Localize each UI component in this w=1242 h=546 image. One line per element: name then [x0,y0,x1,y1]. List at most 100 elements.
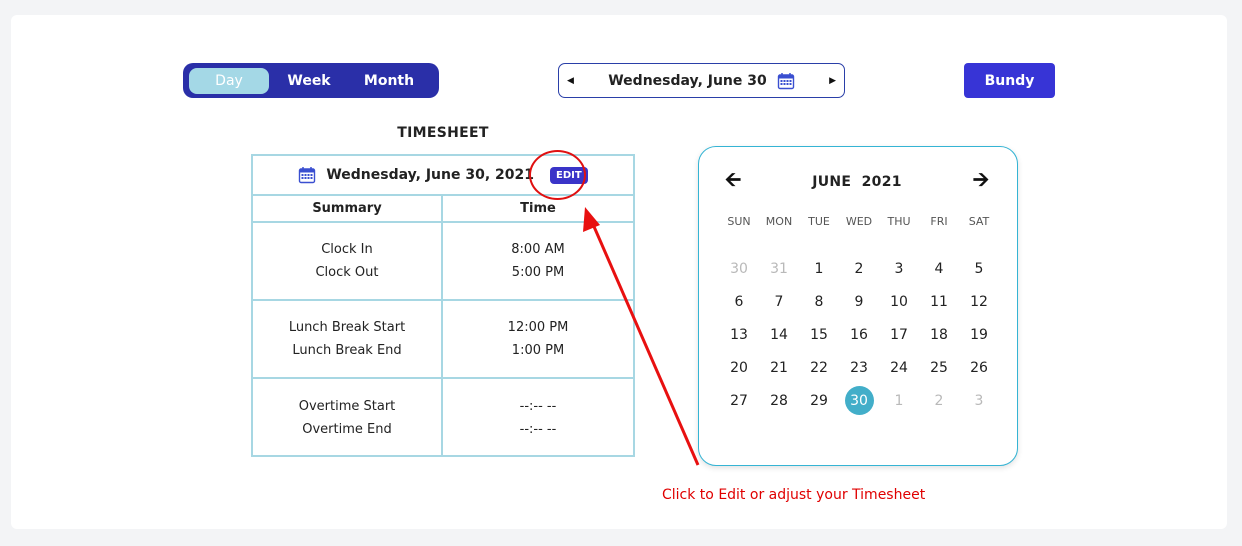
calendar-day[interactable]: 4 [919,252,959,285]
view-day-button[interactable]: Day [189,67,269,94]
calendar-day[interactable]: 2 [919,384,959,417]
summary-cell: Lunch Break Start Lunch Break End [253,301,443,377]
calendar-day-number: 27 [730,392,748,409]
calendar-icon[interactable] [777,72,795,90]
row-label: Clock Out [315,265,379,280]
calendar-day[interactable]: 12 [959,285,999,318]
calendar-day[interactable]: 5 [959,252,999,285]
calendar-day-number: 31 [770,260,788,277]
timesheet-table: Wednesday, June 30, 2021 EDIT Summary Ti… [251,154,635,457]
calendar-day[interactable]: 23 [839,351,879,384]
time-value: 1:00 PM [511,343,565,358]
calendar-day[interactable]: 18 [919,318,959,351]
timesheet-date: Wednesday, June 30, 2021 [326,167,534,183]
calendar-day[interactable]: 6 [719,285,759,318]
row-label: Overtime End [302,422,392,437]
calendar-day[interactable]: 7 [759,285,799,318]
calendar-day[interactable]: 3 [959,384,999,417]
calendar-day[interactable]: 2 [839,252,879,285]
calendar-day[interactable]: 29 [799,384,839,417]
time-value: 5:00 PM [511,265,565,280]
calendar-day-number: 14 [770,326,788,343]
calendar-day[interactable]: 22 [799,351,839,384]
calendar-day[interactable]: 26 [959,351,999,384]
calendar-day[interactable]: 11 [919,285,959,318]
calendar-day-number: 2 [854,260,864,277]
calendar-day-number: 24 [890,359,908,376]
view-month-button[interactable]: Month [349,68,429,94]
calendar-day-number: 15 [810,326,828,343]
table-row: Overtime Start Overtime End --:-- -- --:… [253,379,633,457]
calendar-day-number: 11 [930,293,948,310]
calendar-day-number: 23 [850,359,868,376]
calendar-day[interactable]: 20 [719,351,759,384]
calendar-day[interactable]: 19 [959,318,999,351]
row-label: Clock In [321,242,373,257]
calendar-widget: 🡨 JUNE 2021 🡪 SUN MON TUE WED THU FRI SAT 30 31 1… [698,146,1018,466]
row-label: Overtime Start [298,399,396,414]
column-time: Time [520,201,556,216]
arrow-left-icon[interactable]: 🡨 [725,165,741,199]
weekday-label: TUE [808,215,830,228]
calendar-day-number: 22 [810,359,828,376]
weekday-label: SUN [727,215,751,228]
time-cell: 12:00 PM 1:00 PM [443,301,633,377]
calendar-grid: SUN MON TUE WED THU FRI SAT 30 31 1 2 3 4 5 6 7 8 9 10 11 12… [719,215,999,417]
view-week-button[interactable]: Week [269,68,349,94]
date-navigator: ◀ Wednesday, June 30 ▶ [558,63,845,98]
calendar-day-number: 10 [890,293,908,310]
summary-cell: Overtime Start Overtime End [253,379,443,457]
calendar-day[interactable]: 16 [839,318,879,351]
calendar-day-number: 13 [730,326,748,343]
calendar-icon [299,167,316,184]
calendar-day[interactable]: 30 [719,252,759,285]
calendar-day[interactable]: 1 [879,384,919,417]
arrow-right-icon[interactable]: 🡪 [973,165,989,199]
edit-button[interactable]: EDIT [550,166,588,184]
calendar-day[interactable]: 10 [879,285,919,318]
calendar-day[interactable]: 9 [839,285,879,318]
calendar-day[interactable]: 21 [759,351,799,384]
calendar-day-number: 6 [734,293,744,310]
calendar-day[interactable]: 3 [879,252,919,285]
calendar-day-selected[interactable]: 30 [839,384,879,417]
calendar-day[interactable]: 31 [759,252,799,285]
table-row: Clock In Clock Out 8:00 AM 5:00 PM [253,223,633,301]
calendar-day-number: 1 [894,392,904,409]
calendar-day-number: 9 [854,293,864,310]
calendar-day-number: 4 [934,260,944,277]
caret-left-icon[interactable]: ◀ [567,76,574,86]
calendar-day[interactable]: 14 [759,318,799,351]
calendar-month-label: JUNE 2021 [812,174,902,190]
calendar-day[interactable]: 27 [719,384,759,417]
time-cell: --:-- -- --:-- -- [443,379,633,457]
calendar-day[interactable]: 13 [719,318,759,351]
calendar-day[interactable]: 24 [879,351,919,384]
time-cell: 8:00 AM 5:00 PM [443,223,633,299]
calendar-day-number: 16 [850,326,868,343]
calendar-day[interactable]: 17 [879,318,919,351]
row-label: Lunch Break Start [288,320,406,335]
calendar-day-number: 25 [930,359,948,376]
calendar-day[interactable]: 1 [799,252,839,285]
calendar-day-number: 2 [934,392,944,409]
timesheet-header: Wednesday, June 30, 2021 EDIT [253,156,633,196]
time-value: 8:00 AM [511,242,565,257]
calendar-day-number: 17 [890,326,908,343]
calendar-day-number: 3 [974,392,984,409]
calendar-day-number: 21 [770,359,788,376]
bundy-button[interactable]: Bundy [964,63,1055,98]
calendar-day[interactable]: 8 [799,285,839,318]
calendar-day[interactable]: 15 [799,318,839,351]
calendar-day-number: 3 [894,260,904,277]
timesheet-columns: Summary Time [253,196,633,223]
caret-right-icon[interactable]: ▶ [829,76,836,86]
calendar-day[interactable]: 25 [919,351,959,384]
calendar-day[interactable]: 28 [759,384,799,417]
weekday-label: THU [887,215,911,228]
weekday-label: FRI [930,215,948,228]
calendar-day-number: 29 [810,392,828,409]
calendar-header: 🡨 JUNE 2021 🡪 [699,165,1017,199]
calendar-day-number: 26 [970,359,988,376]
annotation-text: Click to Edit or adjust your Timesheet [662,487,926,503]
